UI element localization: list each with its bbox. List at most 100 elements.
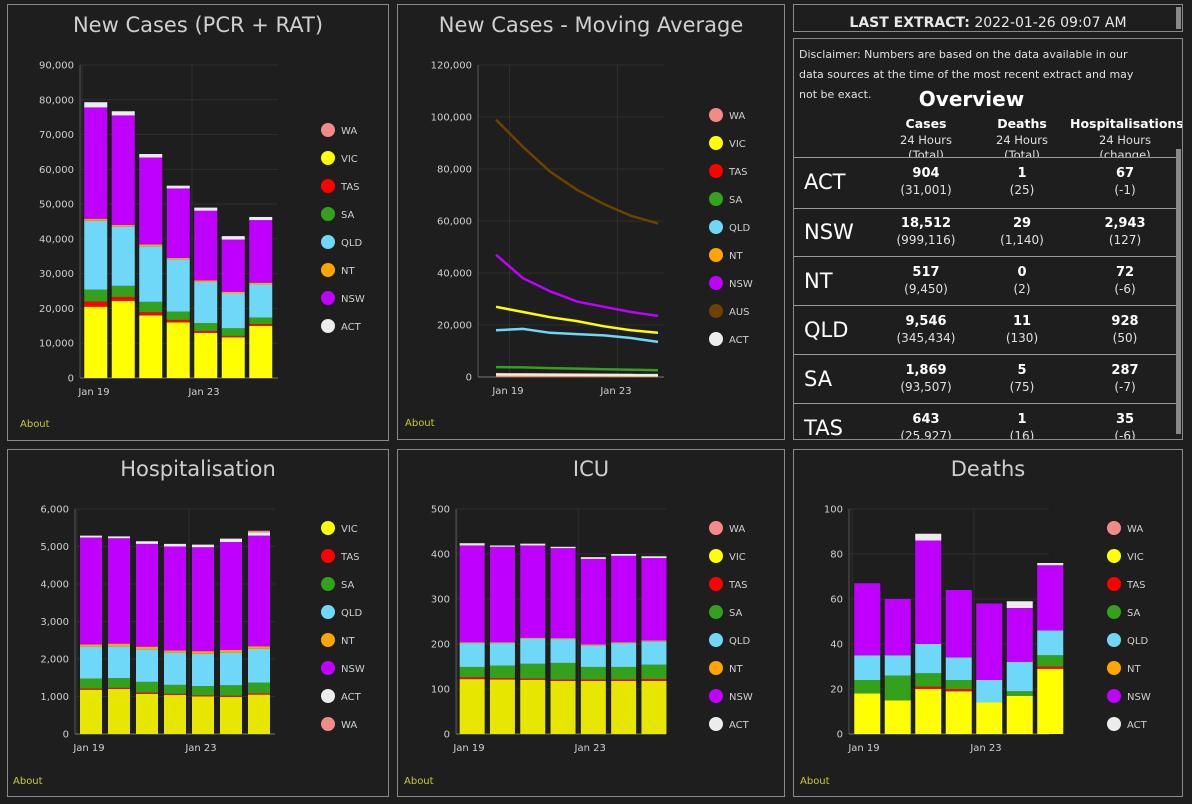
x-tick-label: Jan 19 xyxy=(77,387,109,398)
bar-qld xyxy=(221,293,245,329)
bar-vic xyxy=(220,696,242,734)
bar-sa xyxy=(915,673,942,687)
y-tick-label: 20 xyxy=(830,685,843,696)
legend-label: ACT xyxy=(341,692,362,703)
legend-label: ACT xyxy=(729,720,750,731)
bar-nsw xyxy=(249,220,273,283)
deaths-chart: 0 20 40 60 80 100 Jan 19 Jan 23 WA VIC TAS SA QLD NT N… xyxy=(824,505,1151,755)
bar-vic xyxy=(459,679,485,734)
bar-tas xyxy=(80,688,102,690)
bar-tas xyxy=(945,689,972,692)
bar-vic xyxy=(84,306,108,378)
bar-act xyxy=(192,544,214,548)
bar-qld xyxy=(166,259,190,312)
legend-label: WA xyxy=(341,126,357,137)
bar-tas xyxy=(249,324,273,326)
y-tick-label: 5,000 xyxy=(40,542,69,553)
about-link[interactable]: About xyxy=(20,419,50,430)
bar-nt xyxy=(111,224,135,227)
bar-nt xyxy=(166,258,190,260)
legend-marker-qld xyxy=(709,633,723,647)
scrollbar[interactable] xyxy=(1176,7,1181,29)
cases_total-value: (93,507) xyxy=(900,380,952,394)
y-tick-label: 40 xyxy=(830,640,843,651)
bar-vic xyxy=(136,693,158,734)
new-cases-chart: 0 10,000 20,000 30,000 40,000 50,000 60,000 70,… xyxy=(39,61,365,399)
bar-qld xyxy=(108,646,130,679)
legend-label: SA xyxy=(1127,608,1141,619)
bar-vic xyxy=(489,679,515,734)
bar-qld xyxy=(194,282,218,324)
hosp_change-value: (-7) xyxy=(1114,380,1136,394)
bar-tas xyxy=(915,686,942,689)
hosp-value: 287 xyxy=(1111,363,1139,378)
bar-tas xyxy=(84,301,108,307)
bar-tas xyxy=(520,678,546,680)
y-tick-label: 0 xyxy=(466,373,472,384)
legend-label: SA xyxy=(341,210,355,221)
state-name: NSW xyxy=(804,220,854,244)
legend-label: QLD xyxy=(1127,636,1148,647)
bar-qld xyxy=(550,639,576,663)
bar-qld xyxy=(220,652,242,686)
bar-nsw xyxy=(459,545,485,643)
bar-nt xyxy=(459,642,485,644)
bar-nsw xyxy=(611,555,637,643)
bar-nt xyxy=(550,638,576,640)
deaths_total-value: (130) xyxy=(1005,331,1039,345)
table-row: NSW 18,512 (999,116) 29 (1,140) 2,943 (127) xyxy=(794,208,1176,257)
legend-label: NSW xyxy=(1127,692,1151,703)
about-link[interactable]: About xyxy=(800,776,830,787)
line-act xyxy=(495,373,659,377)
line-nsw xyxy=(495,253,659,318)
bar-qld xyxy=(489,643,515,666)
state-name: SA xyxy=(804,367,833,391)
bar-sa xyxy=(249,317,273,325)
bar-vic xyxy=(108,689,130,734)
bar-qld xyxy=(611,643,637,667)
bar-nt xyxy=(136,646,158,650)
legend-marker-nt xyxy=(321,263,335,277)
y-tick-label: 80 xyxy=(830,550,843,561)
deaths_total-value: (1,140) xyxy=(1000,233,1044,247)
cases_total-value: (25,927) xyxy=(900,429,952,440)
legend-marker-sa xyxy=(321,207,335,221)
legend-label: WA xyxy=(729,111,745,122)
last-extract-panel: LAST EXTRACT: 2022-01-26 09:07 AM xyxy=(793,4,1183,32)
legend-marker-tas xyxy=(709,164,723,178)
legend-marker-act xyxy=(1107,717,1121,731)
cases_total-value: (345,434) xyxy=(896,331,956,345)
legend-label: QLD xyxy=(341,608,362,619)
bar-act xyxy=(249,216,273,221)
legend-marker-act xyxy=(709,332,723,346)
bar-tas xyxy=(489,678,515,680)
legend-label: VIC xyxy=(729,552,746,563)
bar-vic xyxy=(80,689,102,734)
legend-label: NSW xyxy=(729,692,753,703)
panel-title: Deaths xyxy=(950,457,1026,481)
cases-value: 18,512 xyxy=(900,216,952,231)
legend-marker-vic xyxy=(321,151,335,165)
table-row: ACT 904 (31,001) 1 (25) 67 (-1) xyxy=(794,157,1176,209)
deaths_total-value: (16) xyxy=(1009,429,1035,440)
about-link[interactable]: About xyxy=(13,776,43,787)
bar-nsw xyxy=(84,107,108,219)
bar-qld xyxy=(249,284,273,318)
deaths-value: 29 xyxy=(1012,216,1032,231)
x-tick-label: Jan 23 xyxy=(599,386,631,397)
legend-marker-tas xyxy=(709,577,723,591)
legend-marker-vic xyxy=(709,549,723,563)
about-link[interactable]: About xyxy=(405,418,435,429)
y-tick-label: 100 xyxy=(431,685,450,696)
bar-sa xyxy=(111,285,135,297)
legend-marker-tas xyxy=(321,179,335,193)
about-link[interactable]: About xyxy=(404,776,434,787)
cases_total-value: (31,001) xyxy=(900,183,952,197)
legend-marker-vic xyxy=(321,521,335,535)
bar-nsw xyxy=(80,537,102,645)
bar-nsw xyxy=(520,545,546,638)
scrollbar[interactable] xyxy=(1176,149,1181,434)
legend-label: NSW xyxy=(341,294,365,305)
bar-vic xyxy=(915,689,942,734)
legend-marker-sa xyxy=(709,192,723,206)
